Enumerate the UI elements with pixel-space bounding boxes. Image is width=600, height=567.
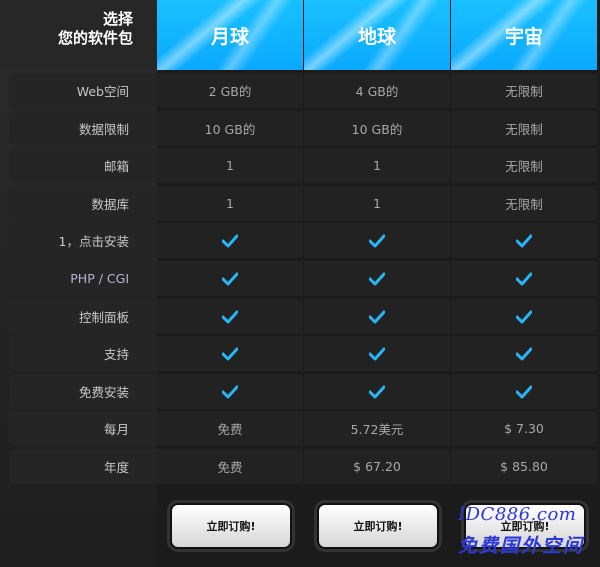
cell-earth: 1 [304,148,450,183]
cell-universe [451,223,597,258]
check-icon [516,347,532,360]
cell-universe [451,299,597,334]
cell-earth [304,299,450,334]
check-icon [516,272,532,285]
cell-universe: 无限制 [451,186,597,221]
order-button-earth[interactable]: 立即订购! [317,503,439,549]
cell-universe: 无限制 [451,148,597,183]
watermark-text: 免费国外空间 [458,535,585,557]
plan-header-earth: 地球 [304,0,450,70]
check-icon [369,347,385,360]
cell-moon [157,223,303,258]
plan-header-universe: 宇宙 [451,0,597,70]
cell-universe [451,336,597,371]
cell-earth [304,374,450,409]
cell-earth [304,336,450,371]
check-icon [516,310,532,323]
cell-universe: 无限制 [451,73,597,108]
cell-moon: 1 [157,186,303,221]
choose-package-heading: 选择 您的软件包 [0,0,157,70]
cell-moon: 2 GB的 [157,73,303,108]
cell-earth: $ 67.20 [304,449,450,484]
plan-header-moon: 月球 [157,0,303,70]
order-button-moon[interactable]: 立即订购! [170,503,292,549]
check-icon [516,385,532,398]
cell-universe: $ 85.80 [451,449,597,484]
watermark-domain: IDC886.com [458,504,577,525]
check-icon [222,272,238,285]
cell-universe: $ 7.30 [451,411,597,446]
feature-label: 免费安装 [9,374,157,409]
feature-label: PHP / CGI [9,261,157,296]
check-icon [369,234,385,247]
check-icon [516,234,532,247]
choose-line-2: 您的软件包 [57,29,133,47]
feature-label: 数据库 [9,186,157,221]
feature-label: 每月 [9,411,157,446]
check-icon [369,272,385,285]
choose-line-1: 选择 [102,10,133,28]
cell-moon [157,336,303,371]
cell-earth: 4 GB的 [304,73,450,108]
check-icon [369,385,385,398]
feature-label: 控制面板 [9,299,157,334]
feature-label: 邮箱 [9,148,157,183]
cell-earth: 5.72美元 [304,411,450,446]
cell-moon: 1 [157,148,303,183]
check-icon [222,347,238,360]
check-icon [222,310,238,323]
cell-moon [157,299,303,334]
cell-earth [304,261,450,296]
cell-earth: 10 GB的 [304,111,450,146]
check-icon [222,385,238,398]
cell-moon [157,261,303,296]
cell-moon: 10 GB的 [157,111,303,146]
feature-label: 1，点击安装 [9,223,157,258]
cell-universe: 无限制 [451,111,597,146]
feature-label: 数据限制 [9,111,157,146]
feature-label: 年度 [9,449,157,484]
cell-earth [304,223,450,258]
cell-moon: 免费 [157,411,303,446]
cell-universe [451,261,597,296]
check-icon [222,234,238,247]
feature-label: Web空间 [9,73,157,108]
feature-label: 支持 [9,336,157,371]
cell-moon: 免费 [157,449,303,484]
cell-earth: 1 [304,186,450,221]
cell-universe [451,374,597,409]
check-icon [369,310,385,323]
cell-moon [157,374,303,409]
